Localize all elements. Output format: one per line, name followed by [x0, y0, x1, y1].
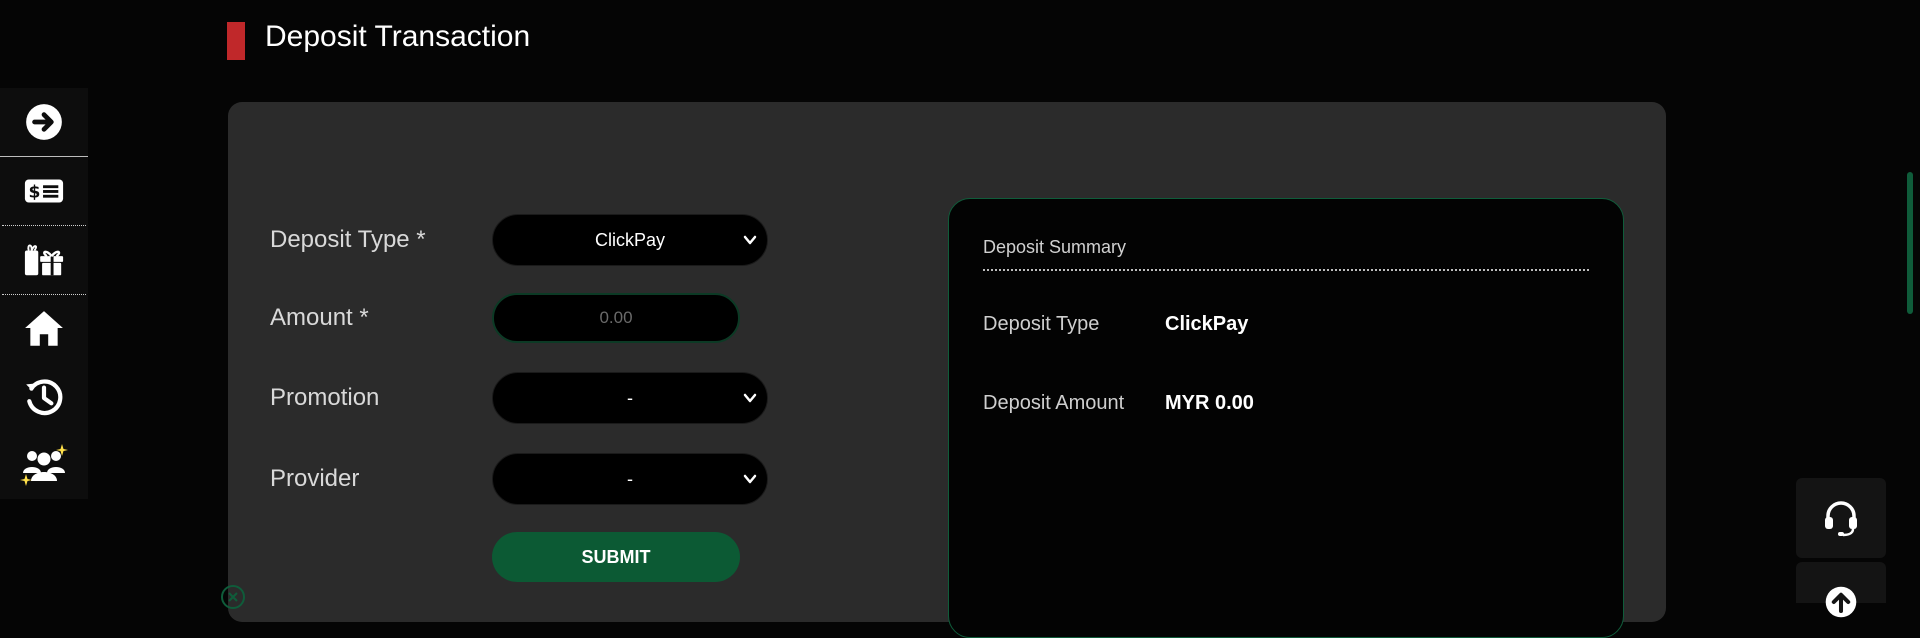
summary-title: Deposit Summary [983, 237, 1127, 257]
provider-row: Provider - [270, 453, 768, 505]
deposit-type-label: Deposit Type * [270, 226, 426, 253]
gift-icon [24, 244, 64, 276]
arrow-up-circle-icon [1825, 586, 1857, 618]
headset-icon [1825, 501, 1857, 537]
promotion-select[interactable]: - [492, 372, 768, 424]
title-accent-bar [227, 22, 245, 60]
home-icon [25, 311, 63, 346]
summary-deposit-amount-value: MYR 0.00 [1165, 392, 1254, 414]
deposit-type-row: Deposit Type * ClickPay [270, 214, 768, 266]
sidebar-item-deposit[interactable]: $ [0, 157, 88, 225]
summary-divider [983, 269, 1589, 271]
cash-icon: $ [24, 179, 64, 203]
chevron-down-icon [743, 235, 757, 245]
summary-deposit-amount-label: Deposit Amount [983, 392, 1125, 414]
provider-select-value: - [627, 468, 633, 489]
amount-input[interactable]: 0.00 [492, 293, 740, 343]
summary-deposit-amount-row: Deposit Amount MYR 0.00 [983, 392, 1254, 415]
deposit-summary-card: Deposit Summary Deposit Type ClickPay De… [948, 198, 1624, 638]
scroll-top-button[interactable] [1796, 562, 1886, 618]
deposit-form-panel: Deposit Type * ClickPay Amount * 0.00 Pr… [221, 102, 1666, 638]
deposit-type-select[interactable]: ClickPay [492, 214, 768, 266]
summary-deposit-type-value: ClickPay [1165, 313, 1249, 335]
sidebar: $ [0, 88, 88, 499]
scrollbar-thumb[interactable] [1907, 172, 1913, 314]
summary-deposit-type-row: Deposit Type ClickPay [983, 313, 1248, 336]
chevron-down-icon [743, 474, 757, 484]
sidebar-item-rewards[interactable] [0, 226, 88, 294]
deposit-type-select-value: ClickPay [594, 229, 665, 250]
referral-users-icon [20, 444, 68, 486]
svg-text:$: $ [28, 183, 40, 203]
promotion-row: Promotion - [270, 372, 768, 424]
chevron-down-icon [743, 393, 757, 403]
submit-button[interactable]: SUBMIT [492, 532, 740, 582]
sidebar-item-home[interactable] [0, 295, 88, 363]
page-title: Deposit Transaction [265, 20, 531, 53]
provider-select[interactable]: - [492, 453, 768, 505]
arrow-right-circle-icon [26, 104, 62, 140]
promotion-label: Promotion [270, 384, 380, 411]
close-circle-icon[interactable] [220, 584, 246, 610]
sidebar-item-collapse[interactable] [0, 88, 88, 156]
amount-label: Amount * [270, 304, 369, 331]
promotion-select-value: - [627, 387, 633, 408]
live-support-button[interactable] [1796, 478, 1886, 558]
history-icon [26, 379, 63, 416]
sidebar-item-referral[interactable] [0, 431, 88, 499]
amount-row: Amount * 0.00 [270, 293, 740, 343]
sidebar-item-history[interactable] [0, 363, 88, 431]
summary-deposit-type-label: Deposit Type [983, 313, 1100, 335]
provider-label: Provider [270, 465, 360, 492]
